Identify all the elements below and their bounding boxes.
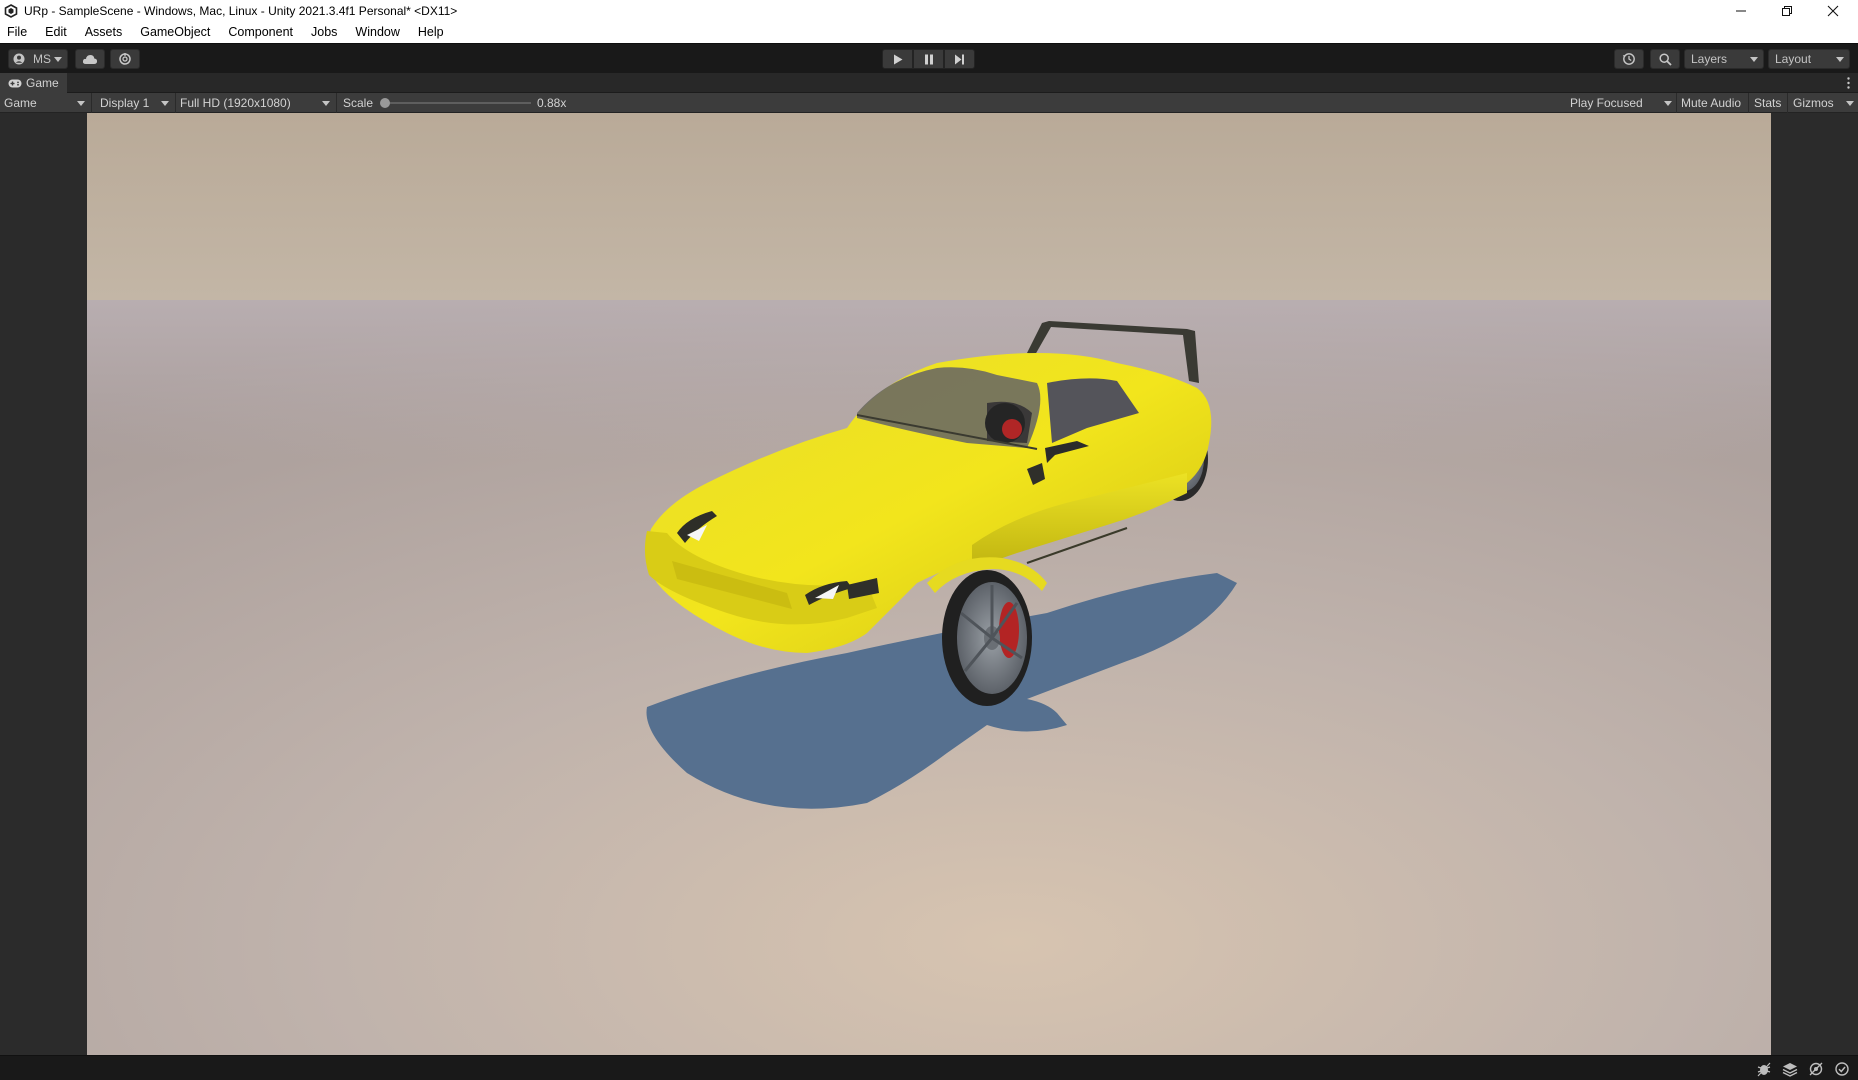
account-dropdown[interactable]: MS bbox=[8, 49, 68, 69]
history-icon bbox=[1622, 53, 1635, 65]
title-bar: URp - SampleScene - Windows, Mac, Linux … bbox=[0, 0, 1858, 22]
debug-off-icon[interactable] bbox=[1808, 1061, 1824, 1077]
game-mode-dropdown[interactable]: Game bbox=[0, 93, 89, 113]
scale-value: 0.88x bbox=[537, 96, 567, 110]
collab-icon bbox=[119, 53, 131, 65]
gamepad-icon bbox=[8, 79, 22, 87]
scale-slider-track[interactable] bbox=[385, 102, 531, 104]
chevron-down-icon bbox=[322, 101, 330, 106]
kebab-menu-icon[interactable] bbox=[1847, 77, 1850, 89]
account-icon bbox=[13, 53, 25, 65]
menu-bar: File Edit Assets GameObject Component Jo… bbox=[0, 22, 1858, 43]
menu-component[interactable]: Component bbox=[219, 22, 302, 43]
minimize-button[interactable] bbox=[1718, 0, 1764, 22]
pause-icon bbox=[924, 54, 933, 64]
chevron-down-icon bbox=[1836, 57, 1844, 62]
menu-file[interactable]: File bbox=[0, 22, 36, 43]
undo-history-button[interactable] bbox=[1614, 49, 1644, 69]
status-bar bbox=[0, 1055, 1858, 1080]
divider bbox=[336, 93, 337, 113]
divider bbox=[91, 93, 92, 113]
tab-game-label: Game bbox=[26, 76, 59, 90]
scale-label: Scale bbox=[343, 96, 374, 110]
close-icon bbox=[1827, 5, 1839, 17]
layers-label: Layers bbox=[1691, 52, 1728, 66]
chevron-down-icon bbox=[1846, 101, 1854, 106]
account-label: MS bbox=[33, 52, 51, 66]
restore-button[interactable] bbox=[1764, 0, 1810, 22]
divider bbox=[1787, 93, 1788, 113]
collab-button[interactable] bbox=[110, 49, 140, 69]
play-controls bbox=[882, 49, 975, 69]
close-button[interactable] bbox=[1810, 0, 1856, 22]
play-focused-label: Play Focused bbox=[1570, 96, 1643, 110]
unity-editor-window: URp - SampleScene - Windows, Mac, Linux … bbox=[0, 0, 1858, 1080]
chevron-down-icon bbox=[1750, 57, 1758, 62]
restore-icon bbox=[1782, 6, 1792, 16]
layers-dropdown[interactable]: Layers bbox=[1684, 49, 1764, 69]
divider bbox=[1748, 93, 1749, 113]
cloud-button[interactable] bbox=[75, 49, 105, 69]
menu-jobs[interactable]: Jobs bbox=[302, 22, 346, 43]
menu-assets[interactable]: Assets bbox=[76, 22, 132, 43]
play-focused-dropdown[interactable]: Play Focused bbox=[1566, 93, 1676, 113]
search-icon bbox=[1658, 52, 1672, 66]
step-icon bbox=[955, 54, 964, 64]
menu-help[interactable]: Help bbox=[409, 22, 453, 43]
step-button[interactable] bbox=[944, 49, 975, 69]
chevron-down-icon bbox=[54, 57, 62, 62]
check-circle-icon[interactable] bbox=[1834, 1061, 1850, 1077]
unity-logo-icon bbox=[4, 4, 18, 18]
resolution-label: Full HD (1920x1080) bbox=[180, 96, 291, 110]
stats-toggle[interactable]: Stats bbox=[1754, 93, 1781, 113]
divider bbox=[1676, 93, 1677, 113]
display-dropdown[interactable]: Display 1 bbox=[96, 93, 173, 113]
layout-label: Layout bbox=[1775, 52, 1812, 66]
layout-dropdown[interactable]: Layout bbox=[1768, 49, 1850, 69]
game-view-controls: Game Display 1 Full HD (1920x1080) Scale… bbox=[0, 93, 1858, 113]
pause-button[interactable] bbox=[913, 49, 944, 69]
sky bbox=[87, 113, 1771, 300]
mute-audio-toggle[interactable]: Mute Audio bbox=[1681, 93, 1741, 113]
cloud-icon bbox=[82, 54, 98, 64]
window-title: URp - SampleScene - Windows, Mac, Linux … bbox=[24, 4, 458, 18]
game-render-view[interactable] bbox=[87, 113, 1771, 1055]
resolution-dropdown[interactable]: Full HD (1920x1080) bbox=[176, 93, 334, 113]
main-toolbar: MS Layers Layout bbox=[0, 43, 1858, 73]
minimize-icon bbox=[1736, 10, 1746, 12]
chevron-down-icon bbox=[77, 101, 85, 106]
search-button[interactable] bbox=[1650, 49, 1680, 69]
play-icon bbox=[893, 54, 902, 64]
play-button[interactable] bbox=[882, 49, 913, 69]
game-mode-label: Game bbox=[4, 96, 37, 110]
menu-window[interactable]: Window bbox=[346, 22, 408, 43]
scene-render bbox=[87, 113, 1771, 1055]
layers-stack-icon[interactable] bbox=[1782, 1061, 1798, 1077]
bug-icon[interactable] bbox=[1756, 1061, 1772, 1077]
menu-edit[interactable]: Edit bbox=[36, 22, 76, 43]
chevron-down-icon bbox=[161, 101, 169, 106]
gizmos-dropdown[interactable]: Gizmos bbox=[1789, 93, 1858, 113]
game-tab-bar: Game bbox=[0, 73, 1858, 93]
tab-game[interactable]: Game bbox=[0, 73, 67, 93]
menu-gameobject[interactable]: GameObject bbox=[131, 22, 219, 43]
display-label: Display 1 bbox=[100, 96, 150, 110]
gizmos-label: Gizmos bbox=[1793, 96, 1834, 110]
chevron-down-icon bbox=[1664, 101, 1672, 106]
scale-slider-thumb[interactable] bbox=[380, 98, 390, 108]
